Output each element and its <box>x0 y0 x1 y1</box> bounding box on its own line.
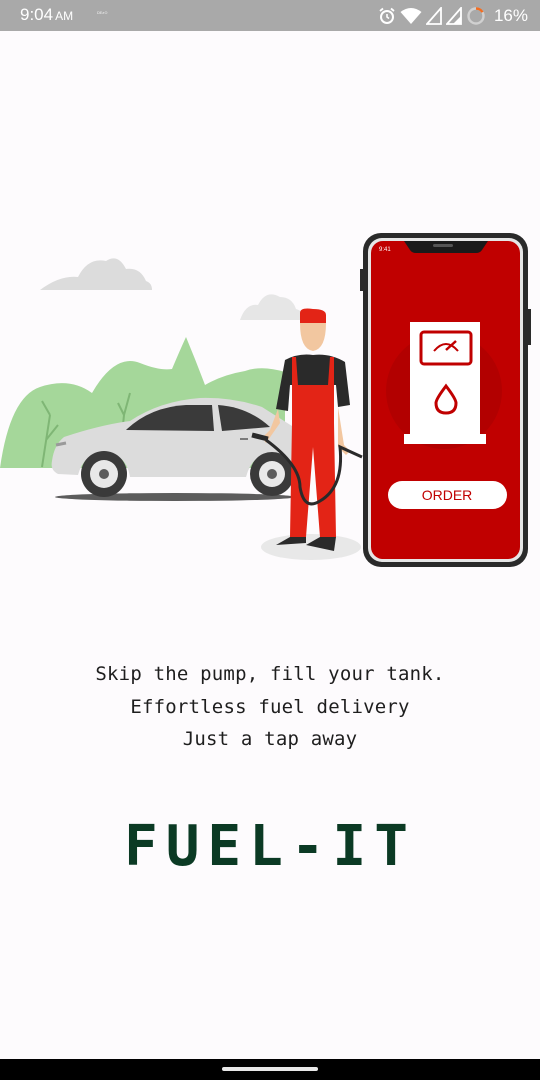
notification-icon: ᴰᴱᶻᴼ <box>97 11 108 18</box>
brand-logo: FUEL-IT <box>123 814 416 879</box>
tagline-line-3: Just a tap away <box>182 728 358 750</box>
tagline-line-1: Skip the pump, fill your tank. <box>95 663 445 685</box>
order-button-label: ORDER <box>422 487 473 503</box>
cloud-shape <box>40 258 152 290</box>
status-time-ampm: AM <box>55 9 74 23</box>
wifi-icon <box>400 8 422 24</box>
battery-saver-icon <box>467 7 485 25</box>
cloud-shape-2 <box>240 294 304 320</box>
status-time-value: 9:04 <box>20 5 54 24</box>
status-icons: 16% <box>378 5 528 27</box>
battery-percent: 16% <box>493 6 528 25</box>
tagline-line-2: Effortless fuel delivery <box>130 695 410 718</box>
signal-icon <box>425 7 442 25</box>
navigation-bar <box>0 1059 540 1080</box>
signal-icon-2 <box>445 7 462 25</box>
phone-mockup: 9:41 ORDER <box>360 233 531 567</box>
phone-time: 9:41 <box>379 247 391 253</box>
alarm-icon <box>379 7 395 24</box>
fuel-delivery-illustration: 9:41 ORDER <box>0 233 531 567</box>
home-handle[interactable] <box>222 1067 318 1071</box>
status-bar: 9:04 AM ᴰᴱᶻᴼ 16% <box>0 0 540 31</box>
tagline: Skip the pump, fill your tank. Effortles… <box>0 658 540 756</box>
status-time: 9:04 AM <box>20 5 73 25</box>
